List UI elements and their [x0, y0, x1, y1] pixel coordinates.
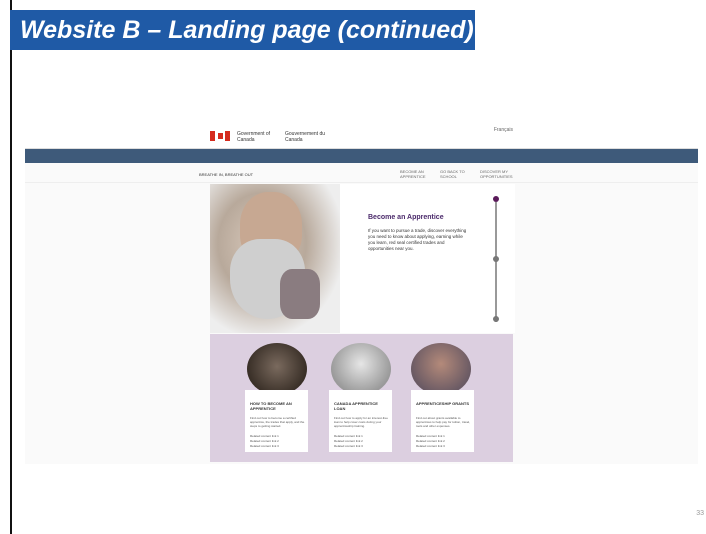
card-image-student	[411, 343, 471, 395]
card-link[interactable]: Related content link 2	[250, 439, 279, 443]
site-header: Government of Canada Gouvernement du Can…	[25, 122, 698, 149]
timeline-dot[interactable]	[493, 256, 499, 262]
card-link[interactable]: Related content link 3	[334, 444, 363, 448]
card-image-people	[247, 343, 307, 395]
hero-panel: Become an Apprentice If you want to purs…	[340, 184, 515, 333]
page-number: 33	[696, 510, 704, 517]
website-screenshot: Government of Canada Gouvernement du Can…	[25, 122, 698, 464]
card-link[interactable]: Related content link 1	[416, 434, 445, 438]
divider	[25, 182, 698, 183]
cards-area: HOW TO BECOME AN APPRENTICE Find out how…	[210, 334, 513, 462]
language-toggle-link[interactable]: Français	[494, 127, 513, 133]
card-image-woman	[331, 343, 391, 395]
card-link[interactable]: Related content link 2	[334, 439, 363, 443]
card-apprenticeship-grants[interactable]: APPRENTICESHIP GRANTS Find out about gra…	[411, 390, 474, 452]
hero-title: Become an Apprentice	[368, 214, 444, 221]
menu-link-discover-opportunities[interactable]: DISCOVER MY OPPORTUNITIES	[480, 169, 513, 179]
menu-link-become-apprentice[interactable]: BECOME AN APPRENTICE	[400, 169, 430, 179]
breadcrumb[interactable]: BREATHE IN, BREATHE OUT	[199, 172, 253, 177]
timeline-dot[interactable]	[493, 316, 499, 322]
site-nav-bar	[25, 149, 698, 163]
card-title: HOW TO BECOME AN APPRENTICE	[250, 401, 292, 411]
gov-name-en[interactable]: Government of Canada	[237, 131, 277, 143]
card-link[interactable]: Related content link 3	[250, 444, 279, 448]
slide-title: Website B – Landing page (continued)	[10, 10, 475, 50]
timeline-dot-active[interactable]	[493, 196, 499, 202]
menu-link-go-back-to-school[interactable]: GO BACK TO SCHOOL	[440, 169, 470, 179]
gov-name-fr[interactable]: Gouvernement du Canada	[285, 131, 330, 143]
card-title: CANADA APPRENTICE LOAN	[334, 401, 378, 411]
card-body: Find out about grants available to appre…	[416, 416, 471, 428]
slide-border	[10, 0, 12, 534]
card-link[interactable]: Related content link 3	[416, 444, 445, 448]
hero-image	[210, 184, 340, 333]
card-how-to-become[interactable]: HOW TO BECOME AN APPRENTICE Find out how…	[245, 390, 308, 452]
card-body: Find out how to apply for an interest-fr…	[334, 416, 388, 428]
timeline-line	[495, 202, 497, 322]
card-body: Find out how to become a certified appre…	[250, 416, 305, 428]
card-link[interactable]: Related content link 1	[250, 434, 279, 438]
card-link[interactable]: Related content link 2	[416, 439, 445, 443]
hero-text: If you want to pursue a trade, discover …	[368, 228, 467, 251]
card-apprentice-loan[interactable]: CANADA APPRENTICE LOAN Find out how to a…	[329, 390, 392, 452]
card-title: APPRENTICESHIP GRANTS	[416, 401, 470, 406]
canada-flag-icon	[210, 131, 230, 141]
card-link[interactable]: Related content link 1	[334, 434, 363, 438]
